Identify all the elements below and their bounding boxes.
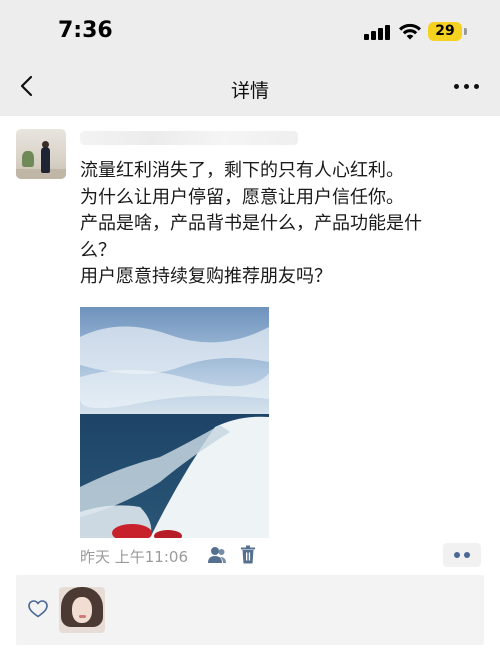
post-timestamp: 昨天 上午11:06 xyxy=(80,548,188,566)
signal-icon xyxy=(364,24,392,40)
liker-avatar[interactable] xyxy=(59,587,105,633)
page-title: 详情 xyxy=(230,80,269,102)
friends-icon[interactable] xyxy=(207,546,227,564)
post-line: 为什么让用户停留，愿意让用户信任你。 xyxy=(80,186,404,208)
post-line: 用户愿意持续复购推荐朋友吗？ xyxy=(80,266,332,287)
post-line: 么？ xyxy=(80,239,116,261)
heart-icon xyxy=(28,600,48,618)
more-dots-icon[interactable] xyxy=(454,82,480,92)
battery-tip xyxy=(464,28,467,35)
post-line: 产品是啥，产品背书是什么，产品功能是什 xyxy=(80,213,422,234)
author-name-blurred[interactable] xyxy=(80,131,298,145)
author-avatar[interactable] xyxy=(16,129,66,179)
comment-like-button[interactable] xyxy=(443,543,481,567)
battery-level: 29 xyxy=(428,22,462,41)
post-line: 流量红利消失了，剩下的只有人心红利。 xyxy=(80,160,404,181)
wifi-icon xyxy=(399,23,421,40)
trash-icon[interactable] xyxy=(240,545,256,564)
post-text: 流量红利消失了，剩下的只有人心红利。 为什么让用户停留，愿意让用户信任你。 产品… xyxy=(80,158,484,291)
status-time: 7:36 xyxy=(58,18,113,43)
post-photo[interactable] xyxy=(80,307,269,538)
